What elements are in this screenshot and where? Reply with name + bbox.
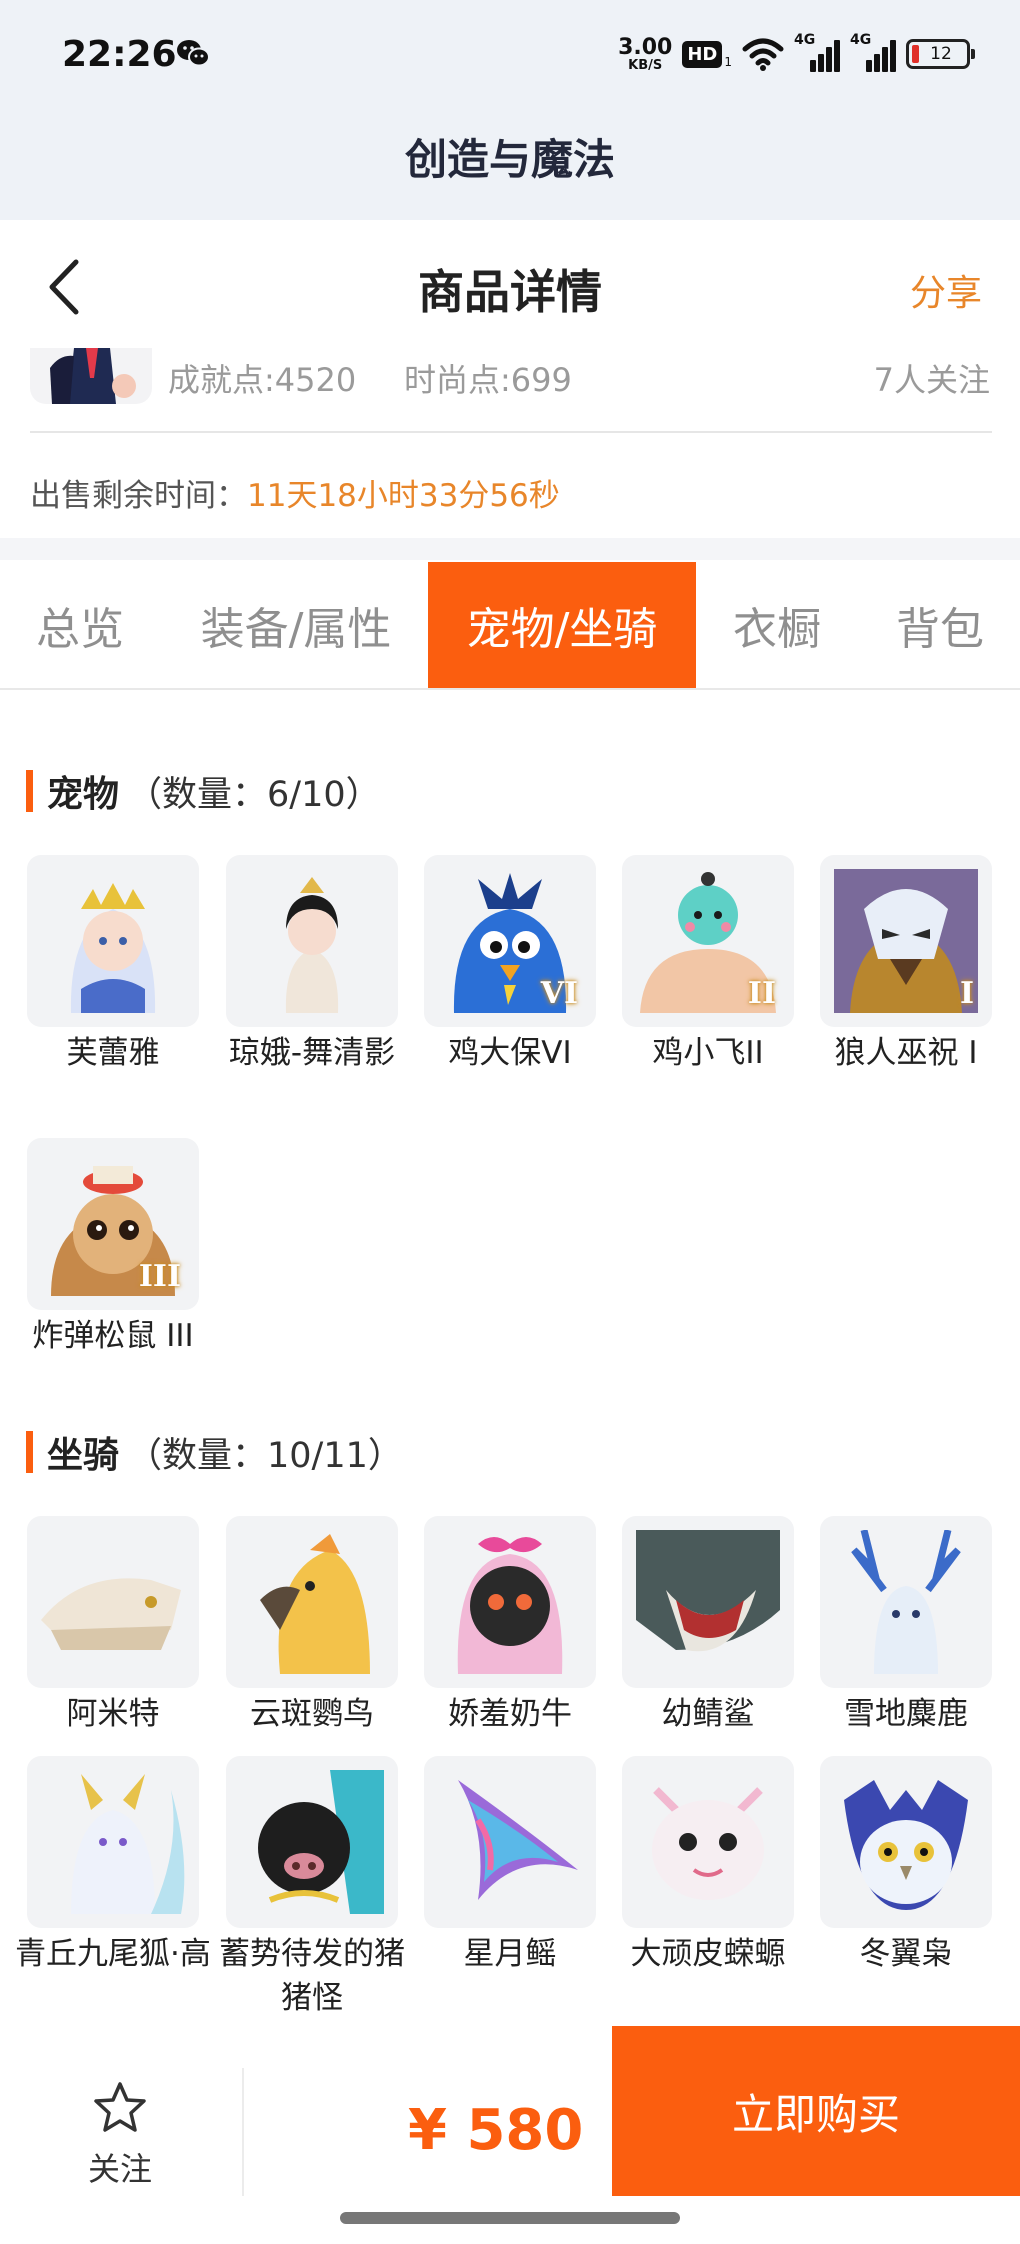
grade-badge: I [959,976,974,1011]
mount-thumbnail [820,1516,992,1688]
mount-item[interactable]: 大顽皮蝾螈 [622,1756,794,1976]
mount-item[interactable]: 阿米特 [27,1516,199,1736]
fashion-points: 时尚点:699 [404,361,572,399]
mount-item[interactable]: 蓄势待发的猪猪怪 [219,1756,405,2020]
section-title: 坐骑 [47,1435,120,1476]
achievement-points: 成就点:4520 [168,361,357,399]
tab-wardrobe[interactable]: 衣橱 [714,562,840,688]
mount-thumbnail [820,1756,992,1928]
pet-name: 芙蕾雅 [66,1035,160,1071]
follow-label: 关注 [87,2150,152,2188]
section-count: （数量：10/11） [127,1435,403,1476]
mount-item[interactable]: 云斑鹦鸟 [226,1516,398,1736]
price: ¥ 580 [408,2098,584,2163]
mount-name: 云斑鹦鸟 [250,1696,374,1732]
remaining-time-label: 出售剩余时间： [30,478,247,514]
mount-item[interactable]: 星月鳐 [424,1756,596,1976]
app-title: 创造与魔法 [404,135,615,184]
tab-backpack[interactable]: 背包 [870,562,1010,688]
pet-name: 琼娥-舞清影 [228,1035,396,1071]
mount-name: 冬翼枭 [859,1936,953,1972]
pet-item[interactable]: 芙蕾雅 [27,855,199,1075]
status-bar: 22:26 3.00 KB/S HD 1 4G 4G 12 [0,0,1020,120]
mount-name: 星月鳐 [463,1936,557,1972]
pet-thumbnail [27,855,199,1027]
pet-item[interactable]: 琼娥-舞清影 [226,855,398,1075]
mount-item[interactable]: 幼鲭鲨 [622,1516,794,1736]
wifi-icon [742,38,784,71]
pet-item[interactable]: II 鸡小飞II [622,855,794,1075]
section-marker [26,770,33,812]
pet-item[interactable]: III 炸弹松鼠 III [27,1138,199,1358]
avatar [30,348,152,404]
signal-icon: 4G [850,32,896,74]
follower-count: 7人关注 [873,361,990,399]
grade-badge: II [747,976,776,1011]
pet-name: 鸡小飞II [652,1035,764,1071]
mount-thumbnail [424,1756,596,1928]
page-title: 商品详情 [418,265,602,319]
divider [0,688,1020,690]
divider [242,2068,244,2196]
buy-now-button[interactable]: 立即购买 [612,2026,1020,2196]
section-title: 宠物 [47,774,120,815]
tab-overview[interactable]: 总览 [10,562,150,688]
mount-name: 大顽皮蝾螈 [630,1936,786,1972]
mount-thumbnail [622,1516,794,1688]
mounts-section-header: 坐骑 （数量：10/11） [26,1426,403,1478]
mount-name: 青丘九尾狐·高 [15,1936,211,1972]
follow-button[interactable]: 关注 [60,2080,180,2190]
wechat-icon [177,40,210,67]
mount-thumbnail [27,1516,199,1688]
pet-name: 狼人巫祝 I [834,1035,978,1071]
tab-equipment[interactable]: 装备/属性 [176,562,416,688]
pet-item[interactable]: VI 鸡大保VI [424,855,596,1075]
status-time: 22:26 [62,34,177,75]
tab-pets-mounts[interactable]: 宠物/坐骑 [428,562,696,688]
mount-thumbnail [226,1516,398,1688]
mount-name: 幼鲭鲨 [661,1696,755,1732]
remaining-time-value: 11天18小时33分56秒 [247,478,560,514]
pet-name: 鸡大保VI [448,1035,572,1071]
pet-thumbnail: VI [424,855,596,1027]
grade-badge: VI [540,976,578,1011]
pet-thumbnail: III [27,1138,199,1310]
tab-bar: 总览 装备/属性 宠物/坐骑 衣橱 背包 [0,562,1020,688]
mount-thumbnail [226,1756,398,1928]
pets-section-header: 宠物 （数量：6/10） [26,765,381,817]
pet-item[interactable]: I 狼人巫祝 I [820,855,992,1075]
mount-thumbnail [424,1516,596,1688]
divider [30,431,992,433]
signal-icon: 4G [794,32,840,74]
mount-name: 娇羞奶牛 [448,1696,572,1732]
grade-badge: III [138,1259,181,1294]
section-marker [26,1431,33,1473]
mount-thumbnail [27,1756,199,1928]
battery-icon: 12 [906,39,975,69]
pet-thumbnail [226,855,398,1027]
star-icon [94,2082,146,2132]
hd-sub: 1 [724,55,732,69]
pet-thumbnail: II [622,855,794,1027]
mount-name: 蓄势待发的猪猪怪 [219,1936,405,2016]
mount-name: 阿米特 [66,1696,160,1732]
mount-item[interactable]: 娇羞奶牛 [424,1516,596,1736]
remaining-time: 出售剩余时间：11天18小时33分56秒 [30,470,560,515]
share-button[interactable]: 分享 [910,264,982,316]
pet-name: 炸弹松鼠 III [32,1318,194,1354]
mount-item[interactable]: 青丘九尾狐·高 [15,1756,211,1976]
net-speed: 3.00 KB/S [618,34,673,73]
section-gap [0,538,1020,560]
mount-thumbnail [622,1756,794,1928]
hd-badge: HD [682,40,723,68]
home-indicator[interactable] [340,2212,680,2224]
mount-item[interactable]: 雪地麋鹿 [820,1516,992,1736]
section-count: （数量：6/10） [127,774,381,815]
mount-name: 雪地麋鹿 [844,1696,968,1732]
pet-thumbnail: I [820,855,992,1027]
mount-item[interactable]: 冬翼枭 [820,1756,992,1976]
